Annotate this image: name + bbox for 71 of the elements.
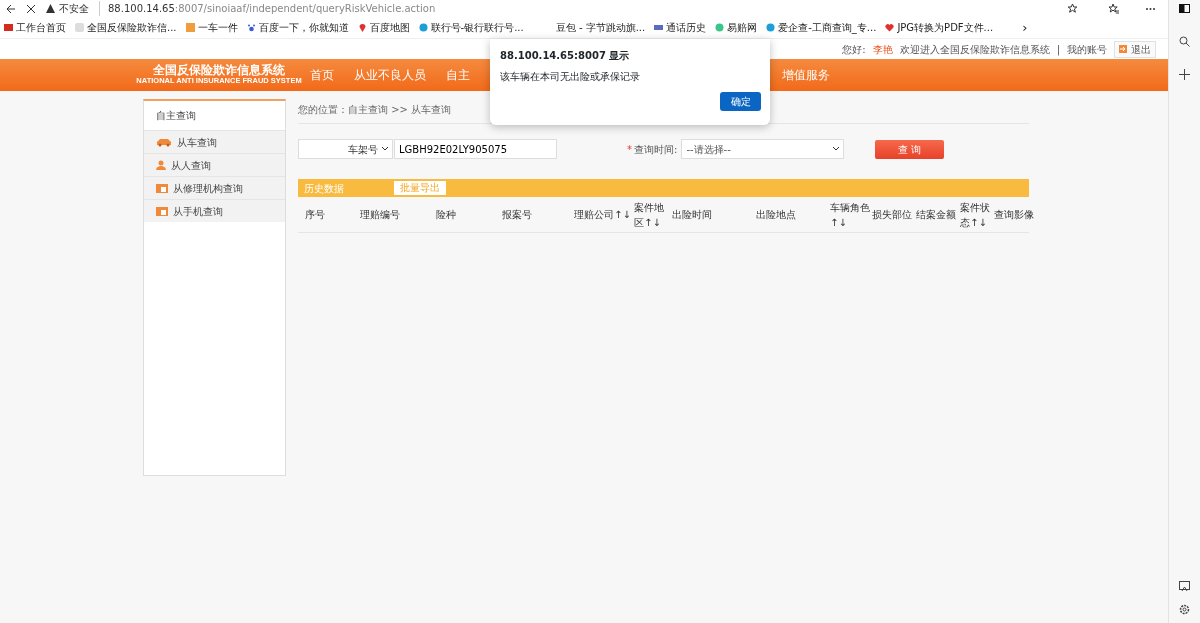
pin-icon <box>357 23 367 32</box>
star-icon[interactable] <box>1067 3 1078 14</box>
chevron-icon <box>382 147 388 151</box>
welcome-text: 欢迎进入全国反保险欺诈信息系统 <box>899 42 1050 57</box>
bookmark[interactable]: 百度一下，你就知道 <box>246 20 349 35</box>
logout-icon <box>1119 45 1127 53</box>
bookmark[interactable]: 豆包 - 字节跳动旗... <box>555 20 646 35</box>
user-name: 李艳 <box>872 42 893 57</box>
sidebar-item[interactable]: 从人查询 <box>144 153 285 176</box>
person-icon <box>156 160 166 170</box>
sidebar-item[interactable]: 从手机查询 <box>144 199 285 222</box>
add-icon[interactable] <box>1179 69 1190 80</box>
column-header[interactable]: 理赔编号 <box>360 207 436 222</box>
dialog-message: 该车辆在本司无出险或承保记录 <box>500 70 641 84</box>
card-icon <box>156 183 168 193</box>
separator-text: | <box>1056 42 1060 57</box>
car-icon <box>156 137 172 147</box>
column-header[interactable]: 报案号 <box>502 207 574 222</box>
column-header[interactable]: 结案金额 <box>916 207 960 222</box>
sidebar-title: 自主查询 <box>156 110 196 121</box>
column-header[interactable]: 序号 <box>298 207 360 222</box>
time-select[interactable]: --请选择-- <box>681 139 845 159</box>
column-header[interactable]: 车辆角色↑↓ <box>830 199 872 230</box>
logout-button[interactable]: 退出 <box>1114 40 1156 58</box>
bookmark[interactable]: 全国反保险欺诈信... <box>75 20 177 35</box>
url-field[interactable]: 88.100.14.65:8007/sinoiaaf/independent/queryRiskVehicle.action <box>99 1 436 16</box>
vin-input[interactable]: LGBH92E02LY905075 <box>394 139 557 159</box>
dialog-title: 88.100.14.65:8007 显示 <box>500 49 631 63</box>
bookmark[interactable]: 爱企查-工商查询_专... <box>766 20 877 35</box>
paw-icon <box>246 23 256 32</box>
ok-button[interactable]: 确定 <box>720 92 761 111</box>
security-label[interactable]: 不安全 <box>46 1 89 16</box>
column-header[interactable]: 理赔公司↑↓ <box>574 207 634 222</box>
back-icon[interactable] <box>6 3 16 14</box>
column-header[interactable]: 险种 <box>436 207 502 222</box>
logo-title: 全国反保险欺诈信息系统 <box>153 64 285 78</box>
sidebar-item[interactable]: 从车查询 <box>144 130 285 153</box>
search-icon[interactable] <box>1179 36 1190 47</box>
card-icon <box>156 206 168 216</box>
page-icon <box>75 23 84 32</box>
search-button[interactable]: 查 询 <box>875 139 945 159</box>
warning-icon <box>46 4 55 13</box>
settings-icon[interactable] <box>1179 604 1190 615</box>
bookmark[interactable]: 通话历史 <box>654 20 707 35</box>
more-bookmarks-button[interactable]: › <box>1022 17 1028 38</box>
bookmark[interactable]: 百度地图 <box>357 20 410 35</box>
square-icon <box>185 23 195 32</box>
sidebar-item[interactable]: 从修理机构查询 <box>144 176 285 199</box>
heart-icon <box>885 23 895 32</box>
close-icon[interactable] <box>26 3 36 14</box>
column-header[interactable]: 损失部位 <box>872 207 916 222</box>
column-header[interactable]: 出险地点 <box>756 207 830 222</box>
bookmark[interactable]: 工作台首页 <box>4 20 66 35</box>
id-type-select[interactable]: 车架号 <box>298 139 393 159</box>
column-header[interactable]: 出险时间 <box>672 207 756 222</box>
favorites-icon[interactable] <box>1108 3 1119 14</box>
sidebar-toggle-icon[interactable] <box>1179 3 1190 14</box>
chevron-icon <box>833 147 840 151</box>
column-header[interactable]: 案件状态↑↓ <box>960 199 994 230</box>
required-mark: * <box>627 143 632 155</box>
greeting-text: 您好: <box>842 42 866 57</box>
bookmark[interactable]: 联行号-银行联行号... <box>418 20 524 35</box>
time-label: 查询时间: <box>634 143 678 155</box>
bookmark[interactable]: 一车一件 <box>185 20 238 35</box>
bookmark[interactable]: 易赔网 <box>715 20 758 35</box>
circle-icon <box>715 23 725 32</box>
bookmark[interactable]: JPG转换为PDF文件... <box>885 20 994 35</box>
column-header[interactable]: 查询影像 <box>994 207 1038 222</box>
account-link[interactable]: 我的账号 <box>1067 41 1107 57</box>
screenshot-icon[interactable] <box>1179 581 1190 592</box>
column-header[interactable]: 案件地区↑↓ <box>634 199 672 230</box>
